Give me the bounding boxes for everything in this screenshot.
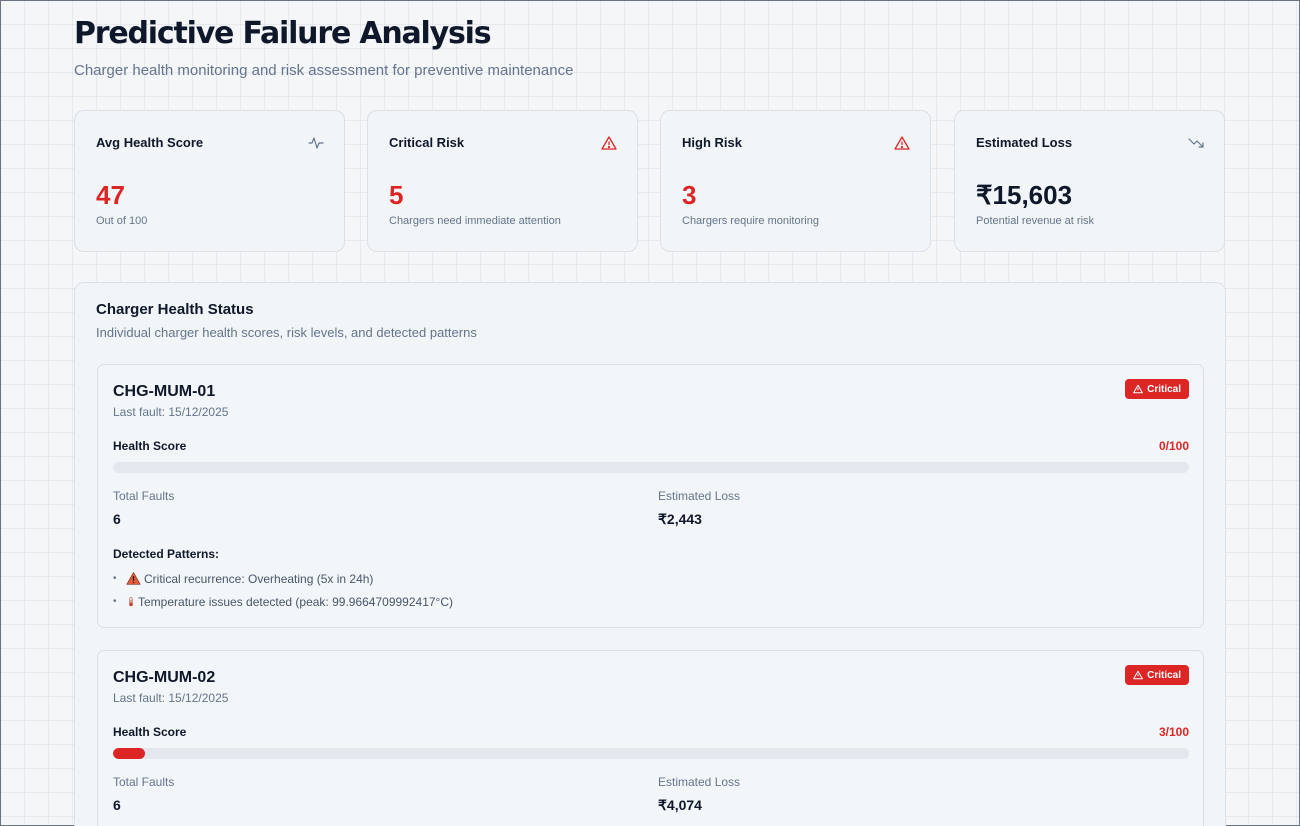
warning-icon [1133,670,1143,680]
risk-badge: Critical [1125,665,1189,685]
pattern-text: Temperature issues detected (peak: 99.96… [138,594,454,609]
total-faults-value: 6 [113,797,121,813]
stat-card-critical-risk: Critical Risk 5 Chargers need immediate … [367,110,638,252]
pattern-item: • Temperature issues detected (peak: 99.… [113,594,453,609]
trending-down-icon [1188,138,1204,148]
charger-health-panel: Charger Health Status Individual charger… [74,282,1226,826]
total-faults-value: 6 [113,511,121,527]
stat-label: High Risk [682,135,742,150]
health-score-bar-fill [113,748,146,759]
stat-sub: Potential revenue at risk [976,215,1095,227]
stat-value: 5 [389,180,404,210]
charger-id: CHG-MUM-01 [113,383,216,400]
stat-sub: Out of 100 [96,215,148,227]
activity-icon [308,137,324,149]
pattern-text: Critical recurrence: Overheating (5x in … [144,571,374,586]
total-faults-label: Total Faults [113,489,175,503]
last-fault: Last fault: 15/12/2025 [113,405,229,419]
stat-sub: Chargers require monitoring [682,215,819,227]
detected-patterns-title: Detected Patterns: [113,547,220,561]
stat-label: Estimated Loss [976,135,1073,150]
health-score-bar [113,748,1189,759]
warning-icon [601,136,617,150]
stat-card-avg-health: Avg Health Score 47 Out of 100 [74,110,345,252]
thermometer-icon [129,596,133,607]
risk-badge-label: Critical [1147,669,1181,681]
stat-card-estimated-loss: Estimated Loss ₹15,603 Potential revenue… [954,110,1225,252]
stat-value: ₹15,603 [976,180,1073,210]
estimated-loss-value: ₹4,074 [658,797,702,813]
health-score-value: 0/100 [1158,439,1189,453]
warning-icon [894,136,910,150]
charger-id: CHG-MUM-02 [113,669,216,686]
panel-subtitle: Individual charger health scores, risk l… [96,325,477,340]
stat-card-high-risk: High Risk 3 Chargers require monitoring [660,110,931,252]
health-score-label: Health Score [113,725,187,739]
risk-badge-label: Critical [1147,383,1181,395]
stat-sub: Chargers need immediate attention [389,215,561,227]
last-fault: Last fault: 15/12/2025 [113,691,229,705]
health-score-value: 3/100 [1158,725,1189,739]
bullet: • [113,596,117,607]
stat-label: Avg Health Score [96,135,204,150]
page-title: Predictive Failure Analysis [74,16,492,51]
health-score-bar [113,462,1189,473]
bullet: • [113,573,117,584]
stat-label: Critical Risk [389,135,465,150]
pattern-item: • Critical recurrence: Overheating (5x i… [113,571,373,586]
warning-icon [1133,384,1143,394]
estimated-loss-value: ₹2,443 [658,511,702,527]
health-score-label: Health Score [113,439,187,453]
charger-card-chg-mum-01[interactable]: CHG-MUM-01 Last fault: 15/12/2025 Critic… [97,364,1204,628]
stats-row: Avg Health Score 47 Out of 100 Critical … [74,110,1226,252]
estimated-loss-label: Estimated Loss [658,775,741,789]
stat-value: 3 [682,180,697,210]
page-subtitle: Charger health monitoring and risk asses… [74,62,574,79]
risk-badge: Critical [1125,379,1189,399]
warning-emoji-icon [126,572,141,585]
page: Predictive Failure Analysis Charger heal… [74,14,1226,826]
charger-card-chg-mum-02[interactable]: CHG-MUM-02 Last fault: 15/12/2025 Critic… [97,650,1204,826]
panel-title: Charger Health Status [96,301,254,318]
total-faults-label: Total Faults [113,775,175,789]
estimated-loss-label: Estimated Loss [658,489,741,503]
stat-value: 47 [96,180,125,210]
